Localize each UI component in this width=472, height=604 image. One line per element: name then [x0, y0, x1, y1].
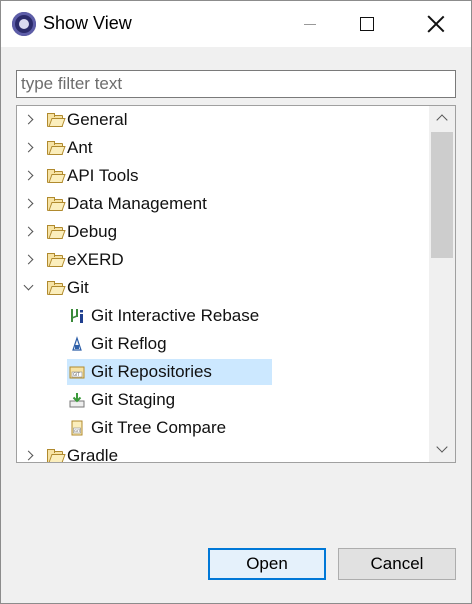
folder-icon	[47, 113, 66, 127]
folder-icon	[47, 281, 66, 295]
chevron-right-icon[interactable]	[23, 226, 35, 238]
folder-icon	[47, 253, 66, 267]
tree-item-label: Data Management	[67, 194, 207, 213]
folder-icon	[47, 449, 66, 462]
git-staging-icon	[69, 393, 85, 408]
chevron-right-icon[interactable]	[23, 170, 35, 182]
git-tree-compare-icon: GIT	[71, 420, 83, 436]
git-rebase-icon	[71, 309, 83, 323]
maximize-icon	[360, 17, 374, 31]
tree-item-label: Git	[67, 278, 89, 297]
tree-item-label: Debug	[67, 222, 118, 241]
vertical-scrollbar[interactable]	[429, 106, 455, 462]
open-button[interactable]: Open	[208, 548, 326, 580]
close-button[interactable]	[413, 1, 459, 47]
folder-icon	[47, 225, 66, 239]
tree-item-label: Git Repositories	[91, 362, 212, 381]
tree-item-label: Git Tree Compare	[91, 418, 227, 437]
tree-item-exerd[interactable]: eXERD	[17, 246, 429, 274]
scroll-up-icon[interactable]	[429, 106, 455, 130]
tree-item-label: API Tools	[67, 166, 139, 185]
chevron-down-icon[interactable]	[23, 282, 35, 294]
tree-item-data-management[interactable]: Data Management	[17, 190, 429, 218]
maximize-button[interactable]	[344, 1, 390, 47]
close-icon	[427, 15, 445, 33]
tree-item-git-interactive-rebase[interactable]: Git Interactive Rebase	[17, 302, 429, 330]
folder-icon	[47, 197, 66, 211]
minimize-button	[287, 1, 333, 47]
cancel-button[interactable]: Cancel	[338, 548, 456, 580]
chevron-right-icon[interactable]	[23, 450, 35, 462]
minimize-icon	[304, 23, 316, 25]
chevron-right-icon[interactable]	[23, 254, 35, 266]
tree-item-general[interactable]: General	[17, 106, 429, 134]
chevron-right-icon[interactable]	[23, 198, 35, 210]
title-bar[interactable]: Show View	[1, 1, 471, 47]
tree-item-debug[interactable]: Debug	[17, 218, 429, 246]
tree-item-label: Gradle	[67, 446, 119, 463]
tree-item-git-tree-compare[interactable]: GIT Git Tree Compare	[17, 414, 429, 442]
chevron-right-icon[interactable]	[23, 114, 35, 126]
tree-item-api-tools[interactable]: API Tools	[17, 162, 429, 190]
filter-input[interactable]	[16, 70, 456, 98]
tree-item-git-repositories[interactable]: GIT Git Repositories	[17, 358, 429, 386]
window-title: Show View	[43, 13, 132, 33]
tree-item-label: Git Staging	[91, 390, 176, 409]
tree-item-ant[interactable]: Ant	[17, 134, 429, 162]
scroll-down-icon[interactable]	[429, 438, 455, 462]
chevron-right-icon[interactable]	[23, 142, 35, 154]
view-tree[interactable]: General Ant API Tools Data Management De…	[16, 105, 456, 463]
tree-item-git-staging[interactable]: Git Staging	[17, 386, 429, 414]
scroll-thumb[interactable]	[431, 132, 453, 258]
tree-item-label: Git Interactive Rebase	[91, 306, 260, 325]
svg-text:GIT: GIT	[74, 428, 81, 433]
folder-icon	[47, 141, 66, 155]
tree-item-gradle[interactable]: Gradle	[17, 442, 429, 463]
git-reflog-icon	[72, 336, 82, 351]
tree-item-label: eXERD	[67, 250, 124, 269]
tree-item-label: Ant	[67, 138, 93, 157]
folder-icon	[47, 169, 66, 183]
eclipse-app-icon	[12, 12, 36, 36]
git-repositories-icon: GIT	[69, 366, 85, 379]
tree-item-git-reflog[interactable]: Git Reflog	[17, 330, 429, 358]
show-view-dialog: Show View General Ant API Tools Data M	[0, 0, 472, 604]
tree-item-label: Git Reflog	[91, 334, 167, 353]
tree-item-git[interactable]: Git	[17, 274, 429, 302]
svg-text:GIT: GIT	[73, 372, 80, 377]
tree-item-label: General	[67, 110, 128, 129]
